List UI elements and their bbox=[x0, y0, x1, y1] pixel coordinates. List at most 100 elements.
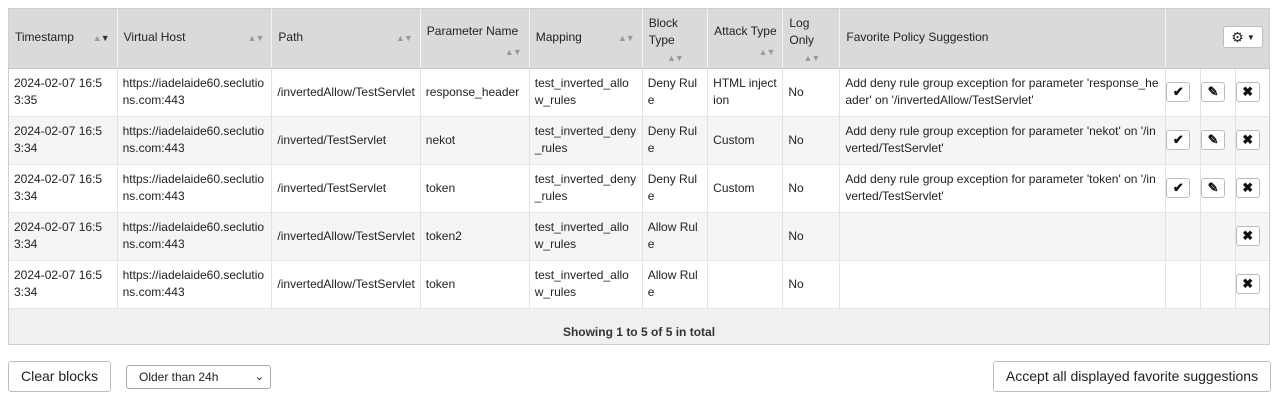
sort-arrows-icon[interactable]: ▲▼ bbox=[759, 47, 776, 57]
path-text: /invertedAllow/TestServlet bbox=[277, 228, 415, 243]
suggestion-cell: Add deny rule group exception for parame… bbox=[839, 116, 1167, 165]
suggestion-cell: Add deny rule group exception for parame… bbox=[839, 68, 1167, 117]
accept-suggestion-button[interactable]: ✔ bbox=[1166, 130, 1191, 150]
col-virtual-host[interactable]: Virtual Host ▲▼ bbox=[117, 9, 273, 69]
mapping-cell: test_inverted_deny_rules bbox=[529, 116, 643, 165]
action-cell: ✔ bbox=[1165, 68, 1202, 117]
timestamp-cell: 2024-02-07 16:53:34 bbox=[9, 164, 118, 213]
action-cell bbox=[1200, 212, 1236, 261]
timestamp-text: 2024-02-07 16:53:34 bbox=[14, 124, 103, 155]
col-timestamp-label: Timestamp bbox=[15, 30, 74, 44]
delete-block-button[interactable]: ✖ bbox=[1235, 226, 1260, 246]
path-cell: /inverted/TestServlet bbox=[271, 164, 421, 213]
parameter-name-cell: response_header bbox=[420, 68, 530, 117]
block-type-text: Deny Rule bbox=[647, 172, 698, 203]
attack-type-cell: Custom bbox=[707, 164, 784, 213]
close-icon: ✖ bbox=[1242, 84, 1254, 99]
header-row: Timestamp ▲▼ Virtual Host ▲▼ Path ▲▼ Par… bbox=[9, 9, 1269, 69]
sort-arrows-icon[interactable]: ▲▼ bbox=[803, 53, 820, 63]
path-cell: /invertedAllow/TestServlet bbox=[271, 260, 421, 309]
suggestion-cell: Add deny rule group exception for parame… bbox=[839, 164, 1167, 213]
log-only-cell: No bbox=[782, 212, 841, 261]
timestamp-text: 2024-02-07 16:53:34 bbox=[14, 268, 103, 299]
blocks-table: Timestamp ▲▼ Virtual Host ▲▼ Path ▲▼ Par… bbox=[9, 9, 1269, 309]
log-only-text: No bbox=[788, 132, 804, 147]
sort-arrows-icon[interactable]: ▲▼ bbox=[396, 33, 413, 43]
col-actions: ⚙ ▼ bbox=[1165, 9, 1269, 69]
table-body: 2024-02-07 16:53:35 https://iadelaide60.s… bbox=[9, 68, 1269, 309]
col-attack-type-label: Attack Type bbox=[714, 24, 777, 38]
log-only-cell: No bbox=[782, 164, 841, 213]
mapping-cell: test_inverted_allow_rules bbox=[529, 260, 643, 309]
parameter-name-cell: token2 bbox=[420, 212, 530, 261]
col-path[interactable]: Path ▲▼ bbox=[271, 9, 421, 69]
virtual-host-cell: https://iadelaide60.seclutions.com:443 bbox=[117, 164, 273, 213]
parameter-name-cell: token bbox=[420, 164, 530, 213]
col-virtual-host-label: Virtual Host bbox=[123, 30, 186, 44]
delete-block-button[interactable]: ✖ bbox=[1235, 130, 1260, 150]
status-suffix: in total bbox=[675, 325, 716, 339]
table-row: 2024-02-07 16:53:34 https://iadelaide60.s… bbox=[9, 116, 1269, 165]
col-block-type[interactable]: Block Type ▲▼ bbox=[642, 9, 709, 69]
virtual-host-text: https://iadelaide60.seclutions.com:443 bbox=[122, 124, 265, 155]
col-timestamp[interactable]: Timestamp ▲▼ bbox=[9, 9, 118, 69]
action-cell: ✖ bbox=[1235, 116, 1269, 165]
sort-arrows-icon[interactable]: ▲▼ bbox=[667, 53, 684, 63]
virtual-host-text: https://iadelaide60.seclutions.com:443 bbox=[122, 268, 265, 299]
age-filter-value: Older than 24h bbox=[139, 370, 219, 384]
attack-type-cell: Custom bbox=[707, 116, 784, 165]
close-icon: ✖ bbox=[1242, 228, 1254, 243]
chevron-down-icon: ⌄ bbox=[254, 371, 264, 383]
path-cell: /inverted/TestServlet bbox=[271, 116, 421, 165]
block-type-cell: Allow Rule bbox=[642, 212, 709, 261]
close-icon: ✖ bbox=[1242, 132, 1254, 147]
sort-arrows-icon[interactable]: ▲▼ bbox=[93, 33, 110, 43]
block-type-cell: Deny Rule bbox=[642, 164, 709, 213]
age-filter-select[interactable]: Older than 24h ⌄ bbox=[126, 365, 271, 389]
settings-menu-button[interactable]: ⚙ ▼ bbox=[1223, 26, 1263, 48]
col-block-type-label: Block Type bbox=[648, 16, 679, 47]
clear-blocks-button[interactable]: Clear blocks bbox=[8, 361, 111, 392]
action-cell: ✖ bbox=[1235, 68, 1269, 117]
edit-suggestion-button[interactable]: ✎ bbox=[1201, 82, 1226, 102]
virtual-host-text: https://iadelaide60.seclutions.com:443 bbox=[122, 220, 265, 251]
log-only-cell: No bbox=[782, 260, 841, 309]
table-row: 2024-02-07 16:53:34 https://iadelaide60.s… bbox=[9, 212, 1269, 261]
block-type-cell: Deny Rule bbox=[642, 116, 709, 165]
accept-suggestion-button[interactable]: ✔ bbox=[1166, 178, 1191, 198]
attack-type-text: HTML injection bbox=[713, 76, 777, 107]
action-cell bbox=[1200, 260, 1236, 309]
virtual-host-cell: https://iadelaide60.seclutions.com:443 bbox=[117, 68, 273, 117]
mapping-text: test_inverted_deny_rules bbox=[534, 124, 637, 155]
delete-block-button[interactable]: ✖ bbox=[1235, 82, 1260, 102]
accept-all-suggestions-button[interactable]: Accept all displayed favorite suggestion… bbox=[993, 361, 1271, 392]
parameter-name-text: nekot bbox=[425, 132, 456, 147]
delete-block-button[interactable]: ✖ bbox=[1235, 274, 1260, 294]
path-text: /inverted/TestServlet bbox=[277, 132, 387, 147]
col-attack-type[interactable]: Attack Type ▲▼ bbox=[707, 9, 784, 69]
close-icon: ✖ bbox=[1242, 276, 1254, 291]
col-log-only[interactable]: Log Only ▲▼ bbox=[782, 9, 841, 69]
log-only-cell: No bbox=[782, 116, 841, 165]
timestamp-cell: 2024-02-07 16:53:34 bbox=[9, 212, 118, 261]
mapping-cell: test_inverted_allow_rules bbox=[529, 212, 643, 261]
action-cell: ✖ bbox=[1235, 212, 1269, 261]
virtual-host-cell: https://iadelaide60.seclutions.com:443 bbox=[117, 116, 273, 165]
action-cell: ✎ bbox=[1200, 116, 1236, 165]
block-type-cell: Allow Rule bbox=[642, 260, 709, 309]
virtual-host-cell: https://iadelaide60.seclutions.com:443 bbox=[117, 260, 273, 309]
delete-block-button[interactable]: ✖ bbox=[1235, 178, 1260, 198]
virtual-host-cell: https://iadelaide60.seclutions.com:443 bbox=[117, 212, 273, 261]
accept-suggestion-button[interactable]: ✔ bbox=[1166, 82, 1191, 102]
sort-arrows-icon[interactable]: ▲▼ bbox=[248, 33, 265, 43]
sort-arrows-icon[interactable]: ▲▼ bbox=[618, 33, 635, 43]
edit-suggestion-button[interactable]: ✎ bbox=[1201, 178, 1226, 198]
status-of-word: of bbox=[651, 325, 663, 339]
col-mapping[interactable]: Mapping ▲▼ bbox=[529, 9, 643, 69]
status-to-word: to bbox=[626, 325, 638, 339]
attack-type-cell: HTML injection bbox=[707, 68, 784, 117]
path-text: /inverted/TestServlet bbox=[277, 180, 387, 195]
col-parameter-name[interactable]: Parameter Name ▲▼ bbox=[420, 9, 530, 69]
sort-arrows-icon[interactable]: ▲▼ bbox=[505, 47, 522, 57]
edit-suggestion-button[interactable]: ✎ bbox=[1201, 130, 1226, 150]
